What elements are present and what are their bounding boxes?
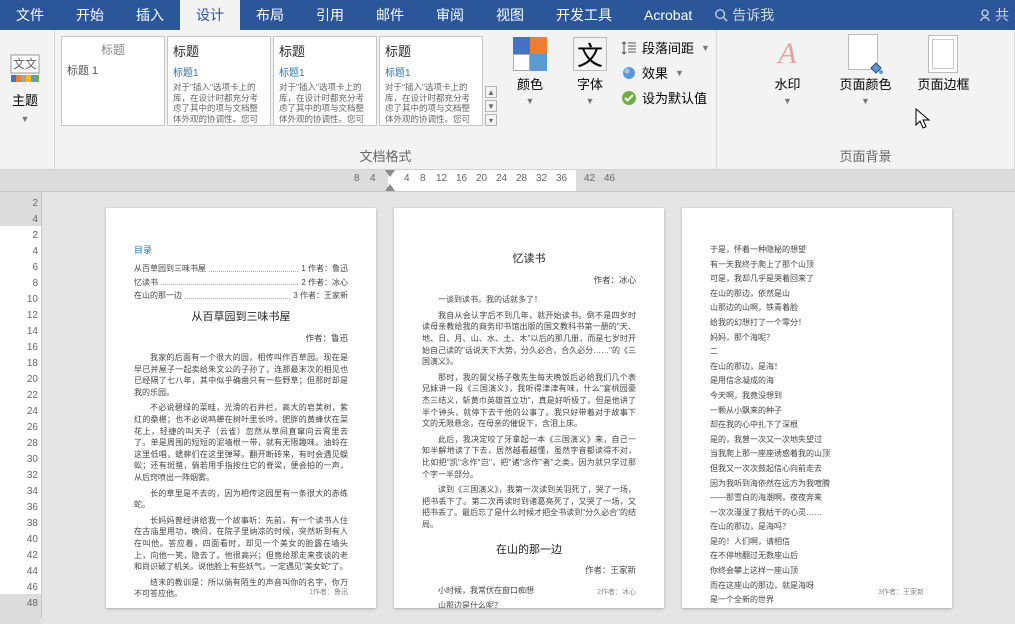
style-set-item[interactable]: 标题 标题 1 [61,36,165,126]
page-footer: 2作者：冰心 [597,588,636,598]
fonts-button[interactable]: 文 字体 ▼ [561,34,619,106]
gallery-down-icon[interactable]: ▼ [485,100,497,112]
svg-text:文文: 文文 [13,56,37,71]
tab-design[interactable]: 设计 [180,0,240,30]
tell-me-search[interactable]: 告诉我 [714,5,774,25]
colors-icon [513,37,547,71]
colors-button[interactable]: 颜色 ▼ [501,34,559,106]
chevron-down-icon: ▼ [783,96,792,106]
share-icon [979,7,995,23]
themes-label: 主题 [12,90,38,109]
check-icon [621,90,637,106]
horizontal-ruler[interactable]: 8448121620242832364246 [0,170,1015,192]
share-label: 共 [995,5,1009,25]
document-canvas[interactable]: 目录 从百草园到三味书屋1 作者：鲁迅忆读书2 作者：冰心在山的那一边3 作者：… [42,192,1015,618]
themes-button[interactable]: 文文 主题 ▼ [2,34,48,142]
article-title: 在山的那一边 [422,543,636,559]
ribbon: 文文 主题 ▼ 标题 标题 1 标题 标题1 对于"插入"选项卡上的库，在设计时… [0,30,1015,170]
paragraph-spacing-button[interactable]: 段落间距▼ [621,38,710,57]
document-page: 目录 从百草园到三味书屋1 作者：鲁迅忆读书2 作者：冰心在山的那一边3 作者：… [106,208,376,608]
chevron-down-icon: ▼ [526,96,535,106]
share-button[interactable]: 共 [979,5,1015,25]
article-author: 作者：王家新 [422,564,636,576]
article-title: 忆读书 [422,252,636,268]
watermark-button[interactable]: A 水印 ▼ [750,34,824,142]
style-set-gallery: 标题 标题 1 标题 标题1 对于"插入"选项卡上的库，在设计时都充分考虑了其中… [61,34,710,142]
group-label: 页面背景 [723,142,1008,167]
article-title: 从百草园到三味书屋 [134,310,348,326]
tab-home[interactable]: 开始 [60,0,120,30]
tab-acrobat[interactable]: Acrobat [628,0,708,30]
chevron-down-icon: ▼ [675,68,684,78]
tab-view[interactable]: 视图 [480,0,540,30]
style-set-item[interactable]: 标题 标题1 对于"插入"选项卡上的库，在设计时都充分考虑了其中的项与文档整体外… [167,36,271,126]
paragraph-spacing-icon [621,40,637,56]
page-footer: 3作者：王家新 [878,588,924,598]
page-footer: 1作者：鲁迅 [309,588,348,598]
document-page: 忆读书 作者：冰心 一谈到读书，我的话就多了！我自从会认字后不到几年，就开始读书… [394,208,664,608]
effects-icon [621,65,637,81]
themes-icon: 文文 [8,52,42,86]
style-set-item[interactable]: 标题 标题1 对于"插入"选项卡上的库，在设计时都充分考虑了其中的项与文档整体外… [273,36,377,126]
page-border-icon [928,35,958,73]
chevron-down-icon: ▼ [701,43,710,53]
tab-file[interactable]: 文件 [0,0,60,30]
page-color-button[interactable]: 页面颜色 ▼ [828,34,902,142]
workspace: 2424681012141618202224262830323436384042… [0,192,1015,618]
tell-me-label: 告诉我 [732,5,774,25]
tab-insert[interactable]: 插入 [120,0,180,30]
set-default-button[interactable]: 设为默认值 [621,88,710,107]
effects-button[interactable]: 效果 ▼ [621,63,710,82]
tab-review[interactable]: 审阅 [420,0,480,30]
chevron-down-icon: ▼ [861,96,870,106]
search-icon [714,8,728,22]
tab-layout[interactable]: 布局 [240,0,300,30]
page-color-icon [848,34,882,74]
chevron-down-icon: ▼ [21,114,30,124]
tab-references[interactable]: 引用 [300,0,360,30]
style-set-item[interactable]: 标题 标题1 对于"插入"选项卡上的库，在设计时都充分考虑了其中的项与文档整体外… [379,36,483,126]
vertical-ruler[interactable]: 2424681012141618202224262830323436384042… [0,192,42,618]
group-document-formatting: 标题 标题 1 标题 标题1 对于"插入"选项卡上的库，在设计时都充分考虑了其中… [55,30,717,169]
chevron-down-icon: ▼ [586,96,595,106]
document-page: 于是，怀着一种隐秘的想望有一天我终于爬上了那个山顶可是，我却几乎是哭着回来了在山… [682,208,952,608]
menubar: 文件 开始 插入 设计 布局 引用 邮件 审阅 视图 开发工具 Acrobat … [0,0,1015,30]
watermark-icon: A [778,37,796,71]
article-author: 作者：鲁迅 [134,332,348,344]
tab-devtools[interactable]: 开发工具 [540,0,628,30]
gallery-expand[interactable]: ▲ ▼ ▾ [485,36,499,126]
group-page-background: A 水印 ▼ 页面颜色 ▼ 页面边框 页面背景 [717,30,1015,169]
article-author: 作者：冰心 [422,274,636,286]
gallery-more-icon[interactable]: ▾ [485,114,497,126]
gallery-up-icon[interactable]: ▲ [485,86,497,98]
fonts-icon: 文 [573,37,607,71]
group-label: 文档格式 [61,142,710,167]
page-borders-button[interactable]: 页面边框 [906,34,980,142]
formatting-options: 段落间距▼ 效果 ▼ 设为默认值 [621,34,710,107]
group-themes: 文文 主题 ▼ [0,30,55,169]
tab-mailings[interactable]: 邮件 [360,0,420,30]
